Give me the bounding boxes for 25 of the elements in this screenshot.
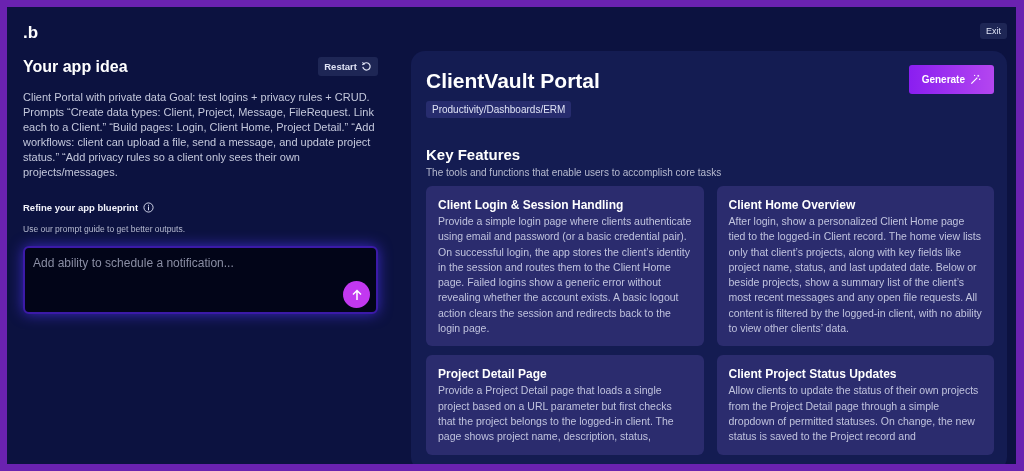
hint-text: Use our prompt guide to get better outputs.	[23, 224, 187, 234]
magic-wand-icon	[970, 74, 981, 85]
info-icon[interactable]	[143, 202, 155, 213]
feature-description: Provide a simple login page where clients authenticate using email and password (or a basic credential pair). On successful login, the app stores the client’s identity in the session and routes them to the Client Home page. Failed logins show a generic error without revealing whether the account exists. A basic logout action clears the session and redirects back to the login page.	[438, 214, 692, 337]
feature-title: Client Project Status Updates	[728, 367, 898, 382]
feature-title: Project Detail Page	[438, 367, 548, 382]
feature-title: Client Home Overview	[728, 198, 857, 212]
refine-label: Refine your app blueprint	[23, 202, 139, 213]
restart-button[interactable]: Restart	[318, 57, 378, 76]
app-description: Client Portal with private data Goal: test logins + privacy rules + CRUD. Prompts “Create data types: Client, Project, Message, FileRequest. Link each to a Client.” “Build pages: Login, Client Home, Project Detail.” “Add workflows: client can upload a file, send a message, and update project status.” “Add privacy rules so a client only sees their own projects/messages.	[23, 90, 376, 180]
feature-title: Client Login & Session Handling	[438, 198, 625, 212]
feature-description: Allow clients to update the status of their own projects from the Project Detail page through a simple dropdown of permitted statuses. On change, the new status is saved to the Project record and	[728, 383, 980, 445]
app-title: ClientVault Portal	[426, 69, 600, 93]
arrow-up-icon	[350, 288, 363, 301]
category-tag: Productivity/Dashboards/ERM	[426, 101, 572, 118]
section-title: Your app idea	[23, 57, 128, 76]
generate-button[interactable]: Generate	[908, 65, 994, 94]
section-title: Key Features	[426, 146, 522, 163]
feature-description: Provide a Project Detail page that loads a single project based on a URL parameter but first checks that the project belongs to the logged-in client. The page shows project name, description, status,	[438, 383, 675, 445]
restart-icon	[361, 61, 372, 72]
prompt-field[interactable]: Add ability to schedule a notification...	[23, 246, 378, 314]
exit-button[interactable]: Exit	[980, 23, 1007, 39]
section-subtitle: The tools and functions that enable users to accomplish core tasks	[426, 167, 723, 178]
feature-description: After login, show a personalized Client Home page tied to the logged-in Client record. The home view lists only that client’s projects, along with key fields like project name, status, and last updated date. Below or beside projects, show a summary list of the client’s most recent messages and any open file requests. All content is filtered by the logged-in client, with no ability to view other clients’ data.	[728, 214, 982, 337]
logo[interactable]: .b	[23, 23, 39, 43]
